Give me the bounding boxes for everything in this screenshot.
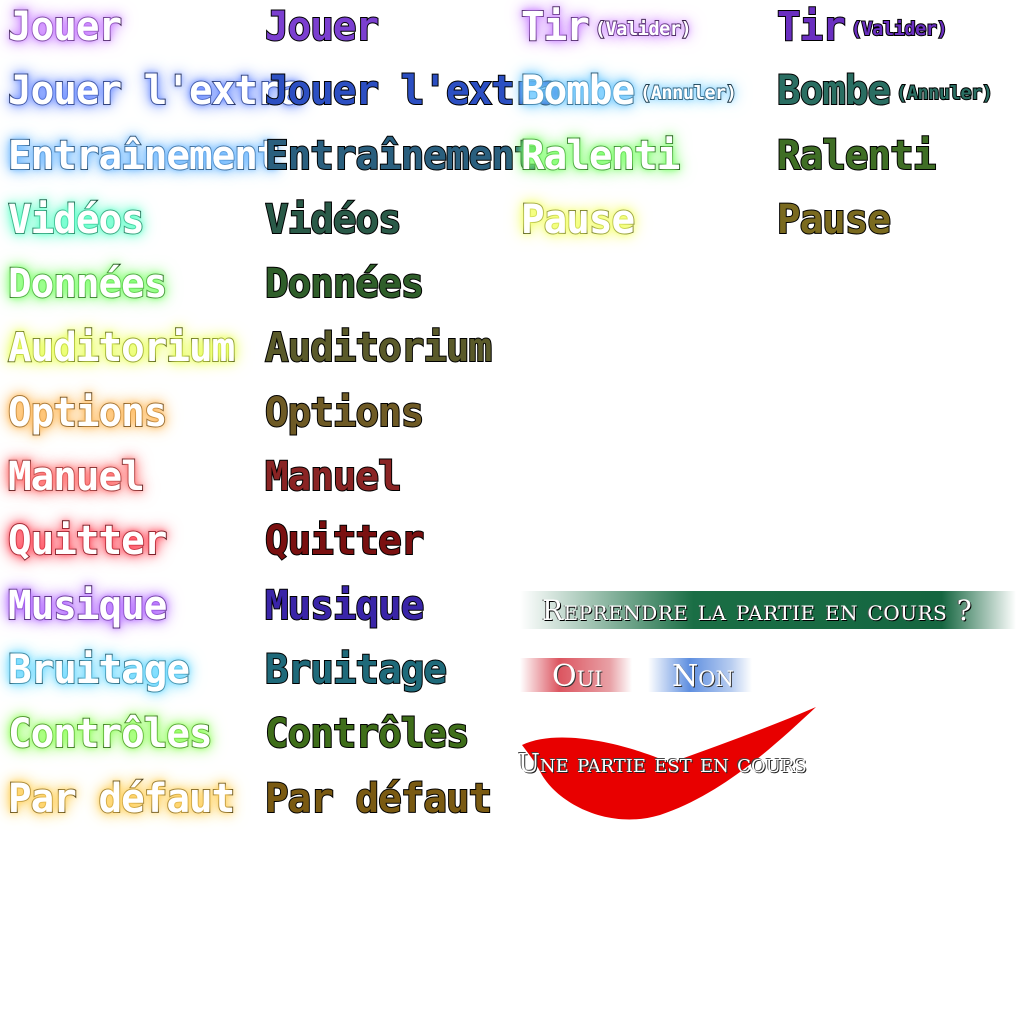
yes-button-label: Oui [552,659,603,694]
no-button[interactable]: Non [648,658,752,694]
resume-question-banner: Reprendre la partie en cours ? [520,591,1016,629]
yes-button[interactable]: Oui [520,658,632,694]
resume-dialog: Reprendre la partie en cours ? Oui Non U… [0,0,1024,1024]
game-in-progress-text: Une partie est en cours [518,749,807,779]
no-button-label: Non [672,659,734,694]
resume-question-text: Reprendre la partie en cours ? [542,594,973,627]
